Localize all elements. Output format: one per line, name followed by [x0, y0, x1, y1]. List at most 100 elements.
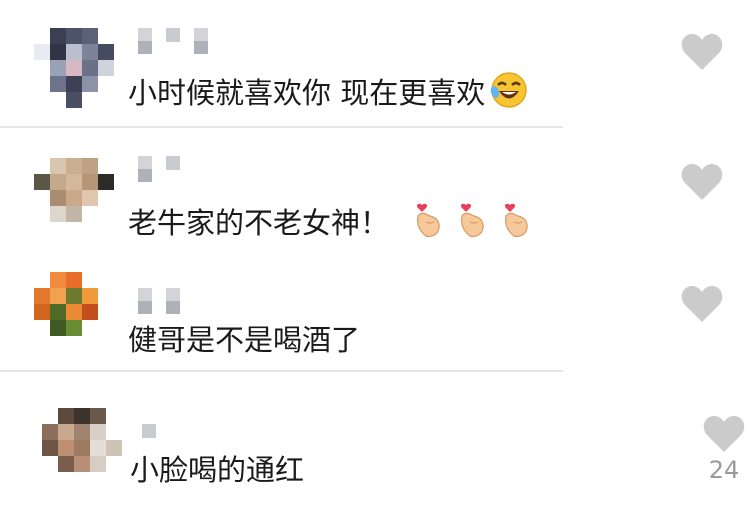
avatar-pixel — [74, 408, 90, 424]
comment-text: 老牛家的不老女神！ — [128, 200, 542, 250]
avatar-pixel — [74, 456, 90, 472]
comment-text-body: 老牛家的不老女神！ — [128, 206, 390, 240]
avatar-pixel — [82, 92, 98, 108]
avatar-pixel — [50, 174, 66, 190]
avatar-pixel — [66, 44, 82, 60]
avatar-pixel — [106, 472, 122, 488]
avatar-pixel — [98, 190, 114, 206]
avatar-pixel — [34, 60, 50, 76]
avatar-pixel — [82, 222, 98, 238]
avatar-pixel — [66, 222, 82, 238]
like-button[interactable] — [680, 284, 724, 324]
avatar-pixel — [90, 440, 106, 456]
heart-icon — [703, 416, 745, 452]
avatar[interactable] — [34, 158, 114, 238]
username[interactable] — [142, 424, 156, 450]
comment-text: 小脸喝的通红 — [130, 450, 304, 490]
avatar-pixel — [66, 304, 82, 320]
avatar-pixel — [50, 190, 66, 206]
like-button[interactable] — [680, 162, 724, 202]
avatar-pixel — [82, 304, 98, 320]
like-button[interactable] — [702, 414, 746, 454]
like-button[interactable] — [680, 32, 724, 72]
avatar-pixel — [50, 44, 66, 60]
avatar-pixel — [42, 424, 58, 440]
avatar[interactable] — [34, 272, 114, 352]
avatar-pixel — [82, 190, 98, 206]
avatar[interactable] — [34, 28, 114, 108]
avatar-pixel — [42, 472, 58, 488]
avatar-pixel — [98, 288, 114, 304]
avatar-pixel — [98, 272, 114, 288]
avatar-pixel — [90, 424, 106, 440]
comment-list: 小时候就喜欢你 现在更喜欢 老牛家的不老女神！ 健哥是不是喝酒了 小脸喝的通红 … — [0, 0, 750, 506]
username[interactable] — [138, 28, 208, 54]
heart-icon — [681, 34, 723, 70]
avatar-pixel — [50, 336, 66, 352]
avatar-pixel — [98, 92, 114, 108]
comment-item: 健哥是不是喝酒了 — [0, 256, 750, 372]
avatar-pixel — [34, 28, 50, 44]
avatar-pixel — [58, 440, 74, 456]
avatar-pixel — [98, 304, 114, 320]
username[interactable] — [138, 288, 180, 314]
avatar-pixel — [82, 60, 98, 76]
avatar-pixel — [98, 60, 114, 76]
avatar-pixel — [98, 158, 114, 174]
avatar-pixel — [34, 44, 50, 60]
avatar-pixel — [66, 60, 82, 76]
avatar-pixel — [82, 288, 98, 304]
avatar-pixel — [42, 408, 58, 424]
avatar-pixel — [74, 440, 90, 456]
avatar-pixel — [90, 456, 106, 472]
avatar-pixel — [98, 320, 114, 336]
avatar-pixel — [98, 206, 114, 222]
finger-heart-emoji-icon — [412, 200, 542, 250]
avatar-pixel — [50, 76, 66, 92]
avatar-pixel — [50, 304, 66, 320]
avatar-pixel — [34, 76, 50, 92]
avatar-pixel — [66, 320, 82, 336]
avatar-pixel — [66, 92, 82, 108]
avatar-pixel — [106, 456, 122, 472]
comment-text-body: 健哥是不是喝酒了 — [128, 323, 361, 357]
avatar-pixel — [82, 44, 98, 60]
avatar-pixel — [58, 424, 74, 440]
avatar-pixel — [82, 206, 98, 222]
avatar-pixel — [82, 158, 98, 174]
avatar-pixel — [66, 158, 82, 174]
avatar-pixel — [34, 222, 50, 238]
avatar-pixel — [34, 336, 50, 352]
avatar-pixel — [34, 190, 50, 206]
comment-text: 健哥是不是喝酒了 — [128, 320, 360, 360]
avatar-pixel — [34, 272, 50, 288]
avatar-pixel — [98, 336, 114, 352]
avatar-pixel — [34, 158, 50, 174]
avatar-pixel — [34, 320, 50, 336]
avatar-pixel — [58, 456, 74, 472]
like-count: 24 — [708, 456, 740, 484]
avatar[interactable] — [42, 408, 122, 488]
avatar-pixel — [34, 288, 50, 304]
avatar-pixel — [34, 206, 50, 222]
avatar-pixel — [98, 76, 114, 92]
avatar-pixel — [66, 76, 82, 92]
comment-text-body: 小脸喝的通红 — [130, 453, 305, 487]
avatar-pixel — [74, 424, 90, 440]
avatar-pixel — [82, 336, 98, 352]
avatar-pixel — [50, 28, 66, 44]
avatar-pixel — [50, 158, 66, 174]
avatar-pixel — [74, 472, 90, 488]
avatar-pixel — [98, 28, 114, 44]
avatar-pixel — [82, 272, 98, 288]
avatar-pixel — [66, 288, 82, 304]
avatar-pixel — [42, 456, 58, 472]
avatar-pixel — [82, 76, 98, 92]
avatar-pixel — [66, 336, 82, 352]
avatar-pixel — [34, 304, 50, 320]
rofl-emoji-icon — [489, 70, 529, 120]
username[interactable] — [138, 156, 180, 182]
avatar-pixel — [50, 288, 66, 304]
avatar-pixel — [42, 440, 58, 456]
avatar-pixel — [98, 222, 114, 238]
